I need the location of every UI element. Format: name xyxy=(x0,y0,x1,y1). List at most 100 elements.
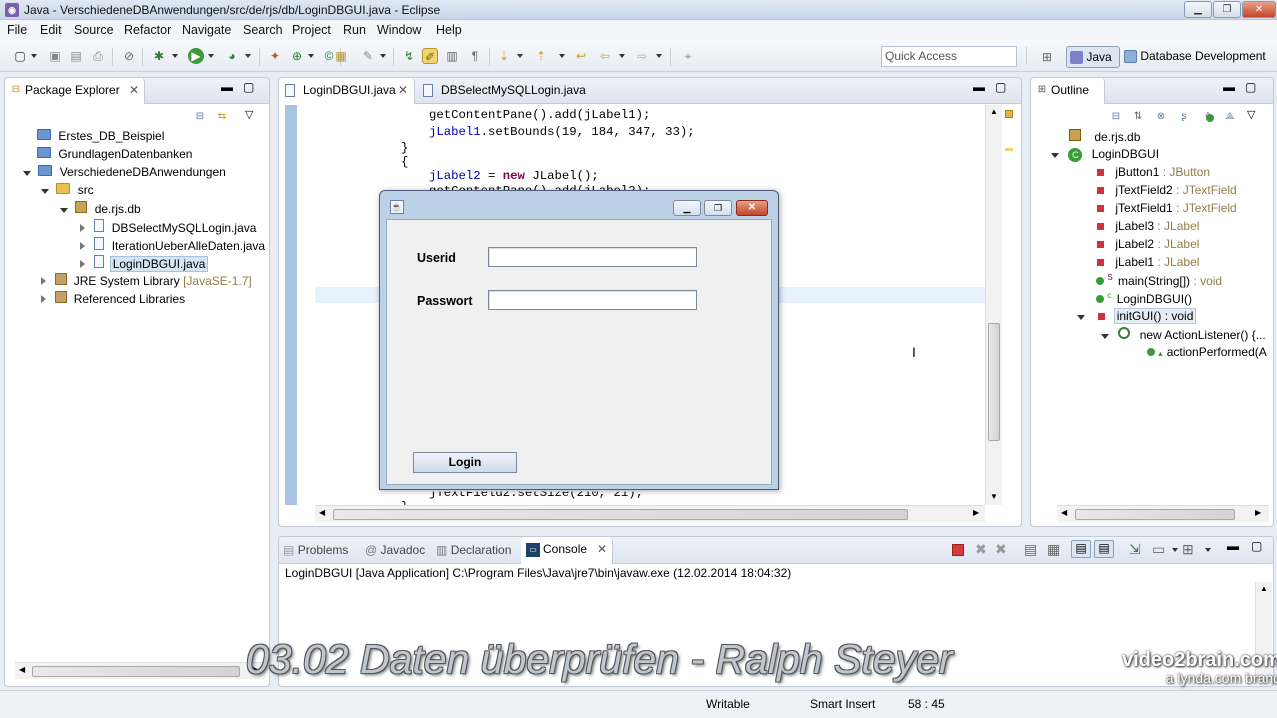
menu-source[interactable]: Source xyxy=(74,23,114,37)
outline-field[interactable]: jTextField1 : JTextField xyxy=(1097,201,1237,215)
skip-breakpoints-icon[interactable]: ⊘ xyxy=(121,48,137,64)
sort-icon[interactable]: ⇅ xyxy=(1131,110,1145,124)
expand-arrow-icon[interactable] xyxy=(80,224,85,232)
menu-window[interactable]: Window xyxy=(377,23,421,37)
terminate-icon[interactable] xyxy=(952,544,964,556)
pin-console-icon[interactable]: ⇲ xyxy=(1129,541,1141,558)
new-icon[interactable]: ▢ xyxy=(12,48,28,64)
expand-arrow-icon[interactable] xyxy=(1051,153,1059,158)
tab-problems[interactable]: ▤ Problems xyxy=(283,543,348,557)
scrollbar-thumb[interactable] xyxy=(1075,509,1235,520)
code-line[interactable]: { xyxy=(401,155,408,169)
code-line[interactable]: getContentPane().add(jLabel1); xyxy=(429,108,650,122)
save-all-icon[interactable]: ▤ xyxy=(68,48,84,64)
new-package-icon[interactable]: ⊕ xyxy=(289,48,305,64)
scroll-left-icon[interactable]: ◀ xyxy=(1061,508,1067,517)
maximize-view-icon[interactable]: ▢ xyxy=(1245,80,1256,94)
view-menu-icon[interactable]: ▽ xyxy=(1247,108,1255,121)
code-line[interactable]: jLabel2 = new JLabel(); xyxy=(429,169,599,183)
chevron-down-icon[interactable] xyxy=(172,54,178,58)
outline-method[interactable]: ▴ actionPerformed(A xyxy=(1147,345,1267,359)
hide-fields-icon[interactable]: ⊗ xyxy=(1154,110,1168,124)
chevron-down-icon[interactable] xyxy=(517,54,523,58)
login-button[interactable]: Login xyxy=(413,452,517,473)
back-icon[interactable]: ⇦ xyxy=(597,48,613,64)
close-icon[interactable]: ✕ xyxy=(597,537,607,561)
minimize-view-icon[interactable]: ▬ xyxy=(221,80,233,94)
outline-method[interactable]: c LoginDBGUI() xyxy=(1096,291,1192,306)
dialog-minimize-button[interactable]: ▁ xyxy=(673,200,701,216)
clear-console-icon[interactable]: ▤ xyxy=(1024,541,1037,558)
scroll-left-icon[interactable]: ◀ xyxy=(319,508,325,517)
overview-marker[interactable] xyxy=(1005,110,1013,118)
horizontal-scrollbar[interactable]: ◀ ▶ xyxy=(315,505,985,522)
minimize-button[interactable]: ▁ xyxy=(1184,1,1212,18)
tab-package-explorer[interactable]: ⊟ Package Explorer ✕ xyxy=(5,78,145,104)
minimize-view-icon[interactable]: ▬ xyxy=(1223,80,1235,94)
block-selection-icon[interactable]: ▥ xyxy=(444,48,460,64)
vertical-scrollbar[interactable]: ▲ ▼ xyxy=(985,105,1002,505)
expand-arrow-icon[interactable] xyxy=(41,189,49,194)
scrollbar-thumb[interactable] xyxy=(988,323,1000,441)
print-icon[interactable]: ⎙ xyxy=(90,48,106,64)
chevron-down-icon[interactable] xyxy=(559,54,565,58)
open-type-icon[interactable]: ▦ xyxy=(333,48,349,64)
expand-arrow-icon[interactable] xyxy=(80,242,85,250)
scroll-up-icon[interactable]: ▲ xyxy=(1260,584,1268,593)
expand-arrow-icon[interactable] xyxy=(41,277,46,285)
dialog-maximize-button[interactable]: ❐ xyxy=(704,200,732,216)
menu-project[interactable]: Project xyxy=(292,23,331,37)
menu-navigate[interactable]: Navigate xyxy=(182,23,231,37)
password-field[interactable] xyxy=(488,290,697,310)
chevron-down-icon[interactable] xyxy=(619,54,625,58)
coverage-icon[interactable]: ◕ xyxy=(224,48,240,64)
tree-item[interactable]: IterationUeberAlleDaten.java xyxy=(80,237,265,253)
remove-all-icon[interactable]: ✖ xyxy=(995,541,1007,558)
tab-declaration[interactable]: ▥ Declaration xyxy=(436,543,511,557)
run-icon[interactable]: ▶ xyxy=(188,48,204,64)
scroll-left-icon[interactable]: ◀ xyxy=(19,665,25,674)
scroll-right-icon[interactable]: ▶ xyxy=(1255,508,1261,517)
expand-arrow-icon[interactable] xyxy=(1077,315,1085,320)
menu-file[interactable]: File xyxy=(7,23,27,37)
code-line[interactable]: } xyxy=(401,141,408,155)
minimize-view-icon[interactable]: ▬ xyxy=(973,80,985,94)
tree-item[interactable]: JRE System Library [JavaSE-1.7] xyxy=(41,273,252,288)
chevron-down-icon[interactable] xyxy=(245,54,251,58)
expand-arrow-icon[interactable] xyxy=(1101,334,1109,339)
scroll-right-icon[interactable]: ▶ xyxy=(973,508,979,517)
open-perspective-icon[interactable]: ⊞ xyxy=(1039,49,1055,65)
close-button[interactable]: ✕ xyxy=(1242,1,1276,18)
scrollbar-thumb[interactable] xyxy=(333,509,908,520)
chevron-down-icon[interactable] xyxy=(380,54,386,58)
expand-arrow-icon[interactable] xyxy=(80,260,85,268)
quick-access-input[interactable]: Quick Access xyxy=(881,46,1017,67)
display-console-icon[interactable]: ▭ xyxy=(1152,541,1165,558)
scrollbar-thumb[interactable] xyxy=(32,666,240,677)
tab-javadoc[interactable]: @ Javadoc xyxy=(365,543,425,557)
expand-arrow-icon[interactable] xyxy=(41,295,46,303)
outline-method-selected[interactable]: initGUI() : void xyxy=(1077,308,1197,324)
maximize-view-icon[interactable]: ▢ xyxy=(1251,539,1262,553)
remove-launch-icon[interactable]: ✖ xyxy=(975,541,987,558)
code-line[interactable]: jLabel1.setBounds(19, 184, 347, 33); xyxy=(429,125,695,139)
tab-outline[interactable]: ⊞ Outline xyxy=(1031,78,1105,104)
next-annotation-icon[interactable]: ↯ xyxy=(401,48,417,64)
maximize-button[interactable]: ❐ xyxy=(1213,1,1241,18)
close-icon[interactable]: ✕ xyxy=(129,78,139,102)
prev-annotation-up-icon[interactable]: ⇡ xyxy=(533,48,549,64)
maximize-view-icon[interactable]: ▢ xyxy=(243,80,254,94)
save-icon[interactable]: ▣ xyxy=(47,48,63,64)
tree-item[interactable]: Erstes_DB_Beispiel xyxy=(37,129,164,143)
overview-marker[interactable] xyxy=(1005,148,1013,151)
dialog-close-button[interactable]: ✕ xyxy=(736,200,768,216)
expand-arrow-icon[interactable] xyxy=(60,208,68,213)
menu-search[interactable]: Search xyxy=(243,23,283,37)
outline-field[interactable]: jLabel1 : JLabel xyxy=(1097,255,1199,269)
hide-local-types-icon[interactable]: ⟁ xyxy=(1223,110,1237,124)
outline-anon-class[interactable]: new ActionListener() {... xyxy=(1101,327,1266,342)
maximize-view-icon[interactable]: ▢ xyxy=(995,80,1006,94)
chevron-down-icon[interactable] xyxy=(1205,548,1211,552)
scroll-lock-icon[interactable]: ▦ xyxy=(1047,541,1060,558)
link-with-editor-icon[interactable]: ⇆ xyxy=(215,110,229,124)
